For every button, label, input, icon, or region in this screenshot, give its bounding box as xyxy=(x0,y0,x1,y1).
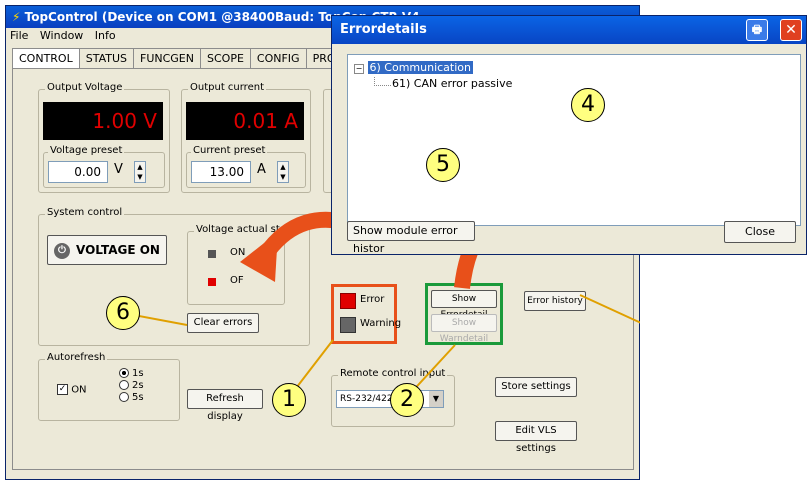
error-tree: − 6) Communication 61) CAN error passive xyxy=(347,54,801,226)
print-icon[interactable]: 🖶 xyxy=(746,19,768,41)
tree-child-item[interactable]: 61) CAN error passive xyxy=(392,77,512,90)
errordetails-title-bar[interactable]: Errordetails 🖶 ✕ xyxy=(332,16,806,44)
errordetails-window: Errordetails 🖶 ✕ − 6) Communication 61) … xyxy=(331,15,807,255)
callout-1: 1 xyxy=(272,383,306,417)
close-icon[interactable]: ✕ xyxy=(780,19,802,41)
callout-5: 5 xyxy=(426,148,460,182)
tree-connector xyxy=(374,77,391,86)
tree-root-label: 6) Communication xyxy=(367,61,473,74)
background-area xyxy=(640,255,808,483)
callout-4: 4 xyxy=(571,88,605,122)
callout-6: 6 xyxy=(106,296,140,330)
tree-root-item[interactable]: − 6) Communication xyxy=(354,61,473,74)
left-arrow-head xyxy=(240,232,278,282)
callout-2: 2 xyxy=(390,383,424,417)
show-module-error-history-button[interactable]: Show module error histor xyxy=(347,221,475,255)
tree-collapse-icon[interactable]: − xyxy=(354,64,364,74)
close-button[interactable]: Close xyxy=(724,221,796,243)
errordetails-title: Errordetails xyxy=(340,22,427,37)
